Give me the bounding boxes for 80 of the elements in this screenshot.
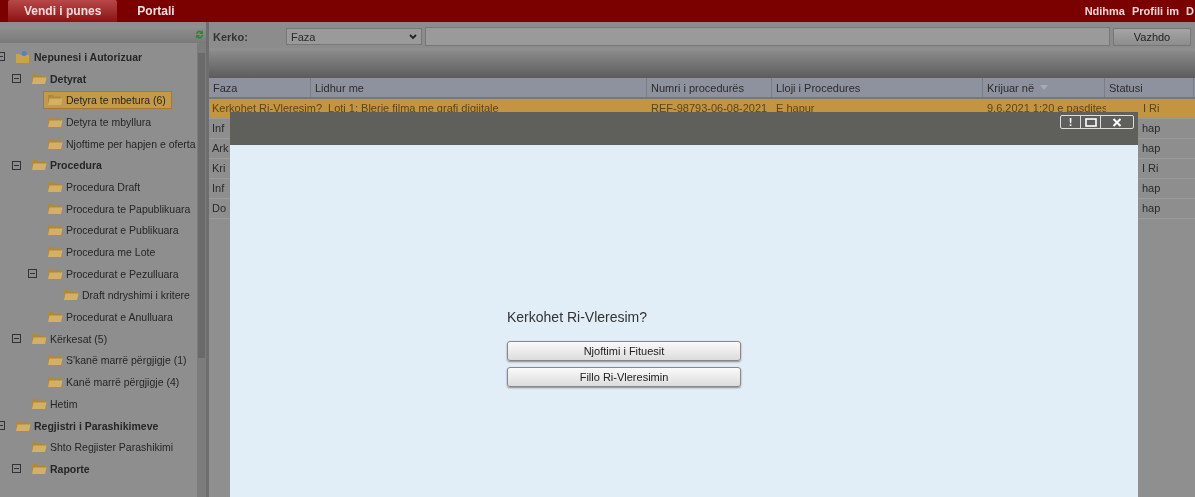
nav-link[interactable]: D bbox=[1186, 5, 1194, 17]
table-cell: Inf bbox=[212, 122, 225, 134]
folder-icon bbox=[31, 441, 47, 454]
tree-item[interactable]: Procedurat e Publikuara bbox=[66, 224, 179, 237]
folder-icon bbox=[47, 311, 63, 324]
folder-icon bbox=[47, 94, 63, 107]
tree-item[interactable]: Nepunesi i Autorizuar bbox=[34, 50, 143, 63]
maximize-icon bbox=[1084, 117, 1097, 127]
close-icon bbox=[1112, 117, 1122, 127]
table-cell: E hapur bbox=[776, 102, 815, 114]
folder-icon bbox=[15, 419, 31, 432]
folder-icon bbox=[47, 376, 63, 389]
dialog-question: Kerkohet Ri-Vleresim? bbox=[507, 309, 649, 325]
continue-button[interactable]: Vazhdo bbox=[1113, 27, 1191, 46]
folder-icon bbox=[47, 354, 63, 367]
tree-item[interactable]: Detyrat bbox=[50, 72, 87, 85]
sort-icon bbox=[1040, 85, 1049, 90]
table-cell: hap bbox=[1142, 142, 1161, 154]
tree-item[interactable]: Njoftime per hapjen e oferta bbox=[66, 137, 196, 150]
tree-item[interactable]: S'kanë marrë përgjigje (1) bbox=[66, 354, 187, 367]
folder-icon bbox=[47, 115, 63, 128]
tree-item[interactable]: Procedura te Papublikuara bbox=[66, 202, 191, 215]
collapse-toggle[interactable] bbox=[12, 334, 21, 344]
table-cell: hap bbox=[1142, 202, 1161, 214]
collapse-toggle[interactable] bbox=[12, 74, 21, 84]
folder-icon bbox=[47, 267, 63, 280]
folder-icon bbox=[31, 332, 47, 345]
tree-item[interactable]: Procedura Draft bbox=[66, 180, 141, 193]
table-cell: Inf bbox=[212, 182, 225, 194]
tree-item[interactable]: Procedurat e Pezulluara bbox=[66, 267, 179, 280]
folder-icon bbox=[47, 202, 63, 215]
folder-icon bbox=[63, 289, 79, 302]
tree-item[interactable]: Hetim bbox=[50, 397, 78, 410]
table-cell: REF-98793-06-08-2021 bbox=[651, 102, 768, 114]
tree-item[interactable]: Procedura me Lote bbox=[66, 246, 156, 259]
nav-tab[interactable]: Portali bbox=[121, 0, 191, 22]
field-dropdown[interactable]: Faza bbox=[286, 28, 422, 45]
table-cell: Do bbox=[212, 202, 227, 214]
folder-icon bbox=[47, 180, 63, 193]
table-cell: Ark bbox=[212, 142, 229, 154]
folder-icon bbox=[31, 462, 47, 475]
tree-item[interactable]: Procedurat e Anulluara bbox=[66, 311, 173, 324]
collapse-toggle[interactable] bbox=[28, 269, 37, 279]
folder-icon bbox=[31, 72, 47, 85]
dialog-button[interactable]: Fillo Ri-Vleresimin bbox=[507, 367, 741, 387]
folder-icon bbox=[47, 246, 63, 259]
caret-icon bbox=[409, 33, 417, 40]
table-cell: Kri bbox=[212, 162, 226, 174]
tree-item[interactable]: Draft ndryshimi i kritere bbox=[82, 289, 190, 302]
tree-item[interactable]: Procedura bbox=[50, 159, 102, 172]
folder-icon bbox=[31, 159, 47, 172]
collapse-toggle[interactable] bbox=[12, 160, 21, 170]
tree-item[interactable]: Kërkesat (5) bbox=[50, 332, 108, 345]
tree-item[interactable]: Shto Regjister Parashikimi bbox=[50, 441, 174, 454]
column-header[interactable]: Statusi bbox=[1105, 78, 1194, 97]
column-header[interactable]: Numri i procedurës bbox=[647, 78, 772, 97]
table-cell: hap bbox=[1142, 122, 1161, 134]
folder-icon bbox=[31, 397, 47, 410]
column-header[interactable]: Lidhur me bbox=[311, 78, 647, 97]
nav-link[interactable]: Profili im bbox=[1132, 5, 1180, 17]
tree-item[interactable]: Detyra te mbyllura bbox=[66, 115, 152, 128]
search-label: Kerko: bbox=[213, 30, 249, 43]
tree-item[interactable]: Raporte bbox=[50, 462, 90, 475]
column-header[interactable]: Faza bbox=[209, 78, 311, 97]
table-cell: hap bbox=[1142, 182, 1161, 194]
collapse-toggle[interactable] bbox=[12, 464, 21, 474]
nav-tab[interactable]: Vendi i punes bbox=[8, 0, 118, 22]
column-header[interactable]: Krijuar në bbox=[983, 78, 1105, 97]
folder-icon bbox=[47, 224, 63, 237]
tree-item[interactable]: Regjistri i Parashikimeve bbox=[34, 419, 159, 432]
dialog-button[interactable]: Njoftimi i Fituesit bbox=[507, 341, 741, 361]
column-header[interactable]: Lloji i Procedures bbox=[772, 78, 983, 97]
tree-item[interactable]: Kanë marrë përgjigje (4) bbox=[66, 376, 180, 389]
folder-icon bbox=[47, 137, 63, 150]
table-cell: I Ri bbox=[1143, 102, 1160, 114]
table-cell: I Ri bbox=[1142, 162, 1159, 174]
table-cell: Kerkohet Ri-Vleresim? bbox=[212, 102, 323, 114]
nav-link[interactable]: Ndihma bbox=[1084, 5, 1125, 17]
user-folder-icon bbox=[15, 49, 31, 64]
search-field[interactable] bbox=[425, 27, 1110, 46]
